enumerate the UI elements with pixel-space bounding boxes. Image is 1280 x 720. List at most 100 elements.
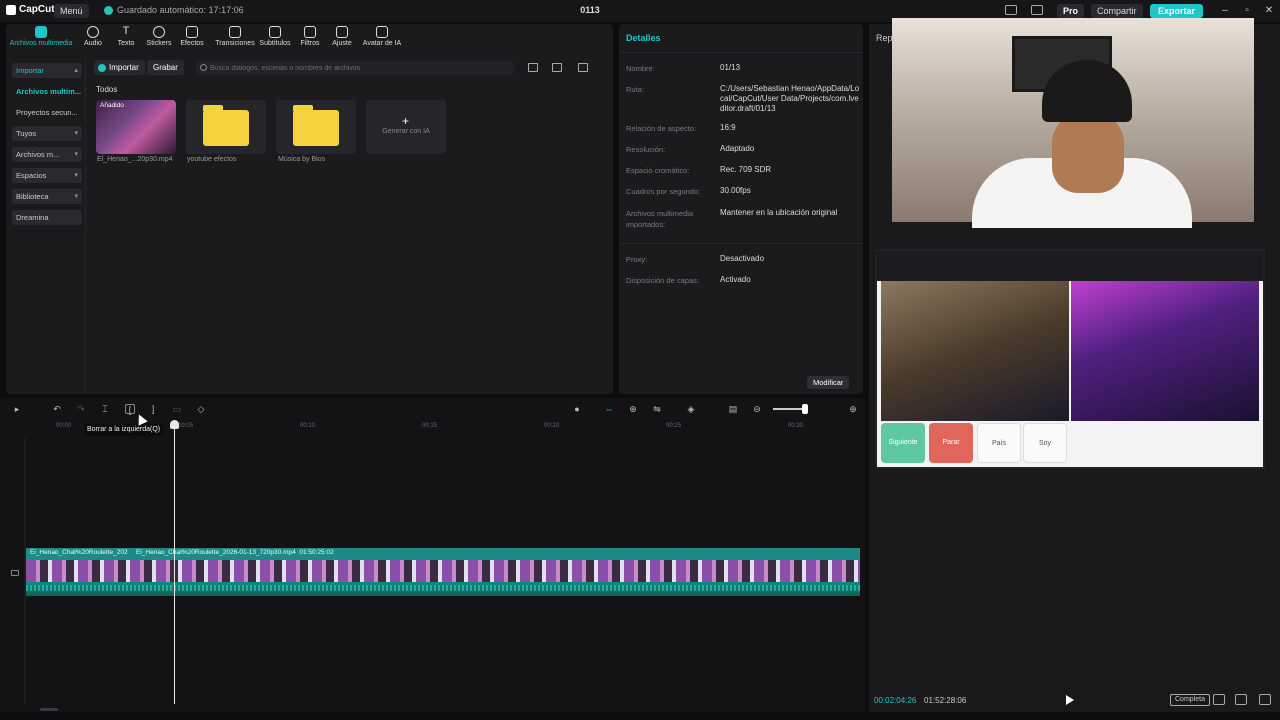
tab-adjust[interactable]: Ajuste	[323, 26, 361, 47]
ruler-label: 00:10	[300, 423, 316, 429]
detail-label: Nombre:	[626, 64, 655, 73]
fullscreen-icon[interactable]	[1259, 694, 1271, 705]
plus-icon	[98, 63, 106, 72]
main-track-magnet-icon[interactable]: ⇔	[604, 404, 614, 414]
clip-thumbnails	[26, 560, 860, 582]
menu-button[interactable]: Menú	[54, 4, 89, 18]
share-button[interactable]: Compartir	[1091, 4, 1143, 18]
play-icon[interactable]	[1066, 695, 1074, 705]
ruler-label: 00:15	[422, 423, 438, 429]
search-input[interactable]	[210, 61, 500, 75]
side-item-library[interactable]: Biblioteca ▾	[12, 189, 82, 204]
undo-icon[interactable]: ↶	[52, 404, 62, 414]
detail-value: 01/13	[720, 63, 741, 72]
shield-icon[interactable]: ◇	[196, 404, 206, 414]
side-item-secondary-projects[interactable]: Proyectos secun...	[12, 105, 82, 120]
video-preview[interactable]: Siguiente Parar País Soy	[875, 249, 1265, 469]
details-title: Detalles	[626, 33, 661, 43]
snap-icon[interactable]: ◈	[686, 404, 696, 414]
tab-subtitles[interactable]: Subtítulos	[255, 26, 295, 47]
autosave-status: Guardado automático: 17:17:06	[104, 5, 244, 15]
zoom-in-icon[interactable]: ⊕	[848, 404, 858, 414]
player-title: Rep	[876, 33, 893, 43]
link-icon[interactable]: ⊕	[628, 404, 638, 414]
playhead[interactable]	[174, 422, 175, 704]
side-item-spaces[interactable]: Espacios ▾	[12, 168, 82, 183]
track-lock-icon[interactable]	[11, 570, 19, 576]
detail-value: Rec. 709 SDR	[720, 165, 772, 174]
subtitles-icon	[269, 26, 281, 38]
tab-media[interactable]: Archivos multimedia	[6, 26, 76, 47]
full-view-button[interactable]: Completa	[1170, 694, 1210, 706]
preview-axis-icon[interactable]: ⇋	[652, 404, 662, 414]
preview-video-right	[1071, 281, 1259, 421]
side-item-dreamina[interactable]: Dreamina	[12, 210, 82, 225]
generate-ai-tile[interactable]: + Generar con IA	[366, 100, 446, 154]
side-item-yours[interactable]: Tuyos ▾	[12, 126, 82, 141]
delete-right-icon[interactable]: ]	[148, 404, 158, 414]
side-item-media-files[interactable]: Archivos multim...	[12, 84, 82, 99]
import-button[interactable]: Importar	[94, 60, 145, 75]
grid-view-icon[interactable]	[528, 63, 538, 72]
detail-label: Archivos multimedia importados:	[626, 209, 694, 229]
divider	[619, 52, 863, 53]
media-icon	[35, 26, 47, 38]
split-icon[interactable]: ⌶	[100, 404, 110, 414]
timeline-toolbar: ▸ ↶ ↷ ⌶ [ ] ▭ ◇ ● ⇔ ⊕ ⇋ ◈ ▤ ⊖ ⊕	[0, 398, 865, 420]
media-item-folder[interactable]	[276, 100, 356, 154]
filter-icon[interactable]	[578, 63, 588, 72]
video-clip[interactable]: El_Henao_Chat%20Roulette_202 El_Henao_Ch…	[26, 548, 860, 598]
sort-icon[interactable]	[552, 63, 562, 72]
media-item-label: youtube efectos	[187, 156, 237, 163]
detail-value: Mantener en la ubicación original	[720, 208, 838, 217]
section-title-all: Todos	[96, 85, 118, 94]
view-controls	[528, 63, 598, 73]
filters-icon	[304, 26, 316, 38]
minimize-icon[interactable]: –	[1218, 4, 1232, 18]
aspect-ratio-icon[interactable]	[1235, 694, 1247, 705]
delete-left-icon[interactable]: [	[125, 404, 135, 415]
media-panel: Archivos multimedia Audio T Texto Sticker…	[6, 24, 613, 394]
zoom-out-icon[interactable]: ⊖	[752, 404, 762, 414]
close-icon[interactable]: ✕	[1262, 4, 1276, 18]
ruler-label: 00:05	[178, 423, 194, 429]
record-button[interactable]: Grabar	[147, 60, 184, 75]
chevron-up-icon: ▴	[74, 67, 78, 74]
adjust-icon	[336, 26, 348, 38]
avatar-icon	[376, 26, 388, 38]
tab-transitions[interactable]: Transiciones	[212, 26, 258, 47]
search-icon	[200, 64, 207, 71]
side-item-media-archive[interactable]: Archivos m... ▾	[12, 147, 82, 162]
ruler-label: 00:30	[788, 423, 804, 429]
media-item-video[interactable]: Añadido	[96, 100, 176, 154]
tab-effects[interactable]: Efectos	[173, 26, 211, 47]
layout-icon[interactable]	[1005, 5, 1017, 15]
delete-icon[interactable]: ▭	[172, 404, 182, 414]
detail-label: Disposición de capas:	[626, 276, 699, 285]
microphone-icon[interactable]: ●	[572, 404, 582, 414]
plus-icon: +	[402, 114, 410, 128]
ruler-label: 00:20	[544, 423, 560, 429]
media-item-folder[interactable]	[186, 100, 266, 154]
zoom-slider-handle[interactable]	[802, 404, 808, 414]
playhead-handle[interactable]	[170, 420, 179, 429]
clip-name: El_Henao_Chat%20Roulette_2026-01-13_720p…	[136, 549, 334, 556]
fit-screen-icon[interactable]	[1213, 694, 1225, 705]
export-button[interactable]: Exportar	[1150, 4, 1204, 18]
redo-icon[interactable]: ↷	[76, 404, 86, 414]
tab-ai-avatar[interactable]: Avatar de IA	[357, 26, 407, 47]
timeline-scrollbar[interactable]	[40, 708, 58, 711]
detail-value: 30.00fps	[720, 186, 751, 195]
media-search[interactable]	[196, 61, 514, 75]
select-tool-icon[interactable]: ▸	[12, 404, 22, 414]
ruler-label: 00:25	[666, 423, 682, 429]
media-item-label: El_Henao_...20p30.mp4	[97, 156, 173, 163]
side-item-import[interactable]: Importar ▴	[12, 63, 82, 78]
pro-button[interactable]: Pro	[1057, 4, 1085, 18]
keyboard-icon[interactable]	[1031, 5, 1043, 15]
maximize-icon[interactable]: ▫	[1240, 4, 1254, 18]
comment-icon[interactable]: ▤	[728, 404, 738, 414]
project-title: 0113	[580, 5, 600, 15]
modify-button[interactable]: Modificar	[807, 376, 850, 389]
webcam-overlay	[892, 18, 1254, 228]
